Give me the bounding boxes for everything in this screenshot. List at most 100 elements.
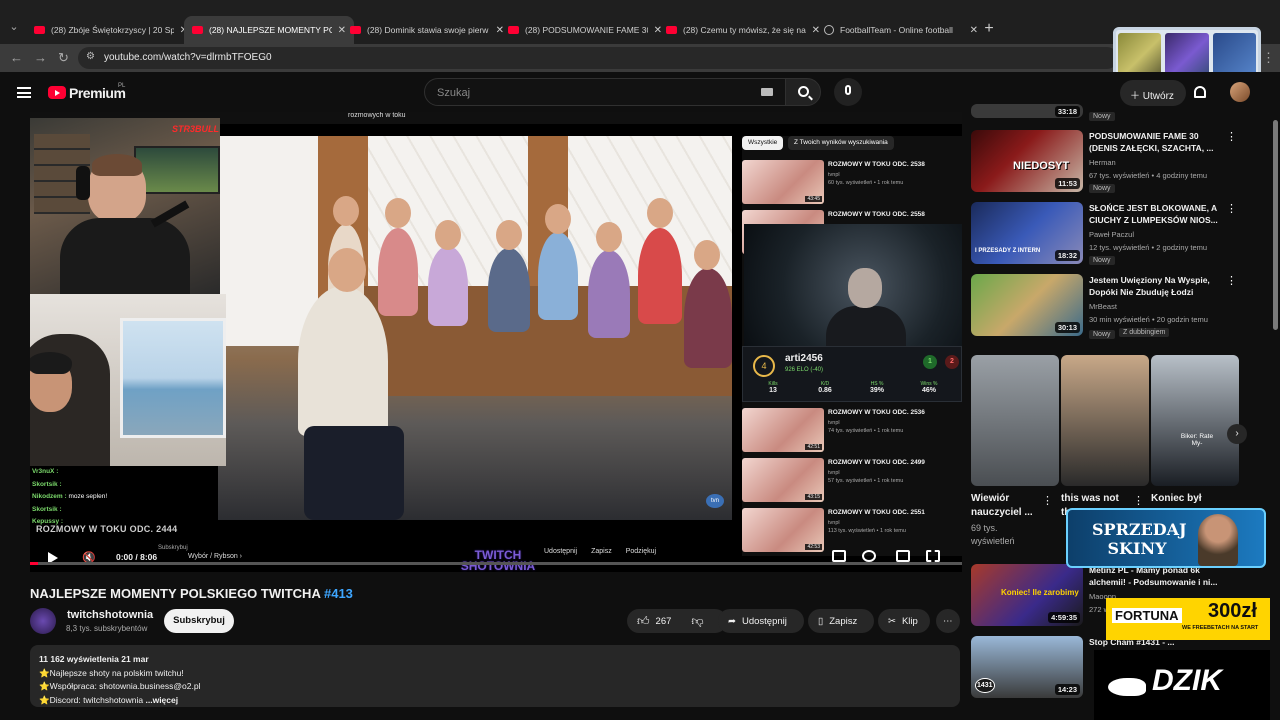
ad-text: SPRZEDAJ SKINY: [1092, 520, 1187, 558]
video-meta: 74 tys. wyświetleń • 1 rok temu: [828, 428, 904, 434]
captions-icon[interactable]: [832, 550, 846, 562]
video-thumbnail: 42:51: [742, 408, 824, 452]
more-vertical-icon[interactable]: ⋮: [1226, 130, 1237, 143]
description-line: ⭐Discord: twitchshotownia: [39, 694, 144, 705]
show-more-link[interactable]: ...więcej: [146, 695, 179, 705]
settings-gear-icon[interactable]: [862, 550, 876, 562]
short-title[interactable]: Koniec był: [1151, 492, 1227, 506]
channel-name[interactable]: Herman: [1089, 158, 1116, 167]
site-settings-icon[interactable]: ⚙: [86, 51, 95, 62]
video-title: PODSUMOWANIE FAME 30 (DENIS ZAŁĘCKI, SZA…: [1089, 131, 1214, 153]
video-meta: 60 tys. wyświetleń • 1 rok temu: [828, 180, 904, 186]
embedded-video-title: ROZMOWY W TOKU ODC. 2444: [36, 524, 178, 534]
browser-tab-active[interactable]: (28) NAJLEPSZE MOMENTY PO ✕: [184, 16, 354, 44]
streamer-webcam-3: [744, 224, 962, 346]
forward-arrow-icon[interactable]: →: [34, 50, 47, 65]
chapter-label[interactable]: Wybór / Rybson ›: [188, 553, 242, 560]
guest-legs: [304, 426, 404, 520]
tab-label: FootballTeam - Online football: [840, 25, 953, 35]
video-meta: 67 tys. wyświetleń • 4 godziny temu: [1089, 171, 1208, 180]
embedded-video-item[interactable]: 43:15 ROZMOWY W TOKU ODC. 2499 tvnpl 57 …: [742, 458, 942, 502]
channel-avatar[interactable]: [30, 608, 56, 634]
description-box[interactable]: 11 162 wyświetlenia 21 mar ⭐Najlepsze sh…: [30, 645, 960, 707]
channel-name: tvnpl: [828, 520, 840, 526]
url-field[interactable]: ⚙ youtube.com/watch?v=dlrmbTFOEG0: [78, 47, 1118, 69]
search-button[interactable]: [785, 78, 821, 106]
browser-tab[interactable]: (28) Czemu ty mówisz, że się na ✕: [658, 18, 828, 42]
browser-menu-icon[interactable]: ⋮: [1262, 50, 1275, 66]
more-vertical-icon[interactable]: ⋮: [1042, 494, 1053, 507]
embedded-video-item[interactable]: 42:51 ROZMOWY W TOKU ODC. 2536 tvnpl 74 …: [742, 408, 942, 452]
video-meta: 113 tys. wyświetleń • 1 rok temu: [828, 528, 906, 534]
chat-user: Nikodzem :: [32, 493, 67, 500]
hashtag-link[interactable]: #413: [324, 586, 353, 601]
tab-search-chevron-down-icon[interactable]: ⌄: [4, 20, 24, 38]
chat-message: Skortsik :: [32, 479, 218, 492]
video-title: ROZMOWY W TOKU ODC. 2558: [828, 211, 925, 218]
more-vertical-icon[interactable]: ⋮: [1226, 202, 1237, 215]
like-count[interactable]: 267: [656, 616, 672, 627]
video-thumbnail: 1431 14:23: [971, 636, 1083, 698]
stat-column: Wins % 46%: [909, 381, 949, 394]
short-thumbnail[interactable]: [971, 355, 1059, 486]
close-icon[interactable]: ✕: [970, 25, 978, 36]
audience-person: [378, 228, 418, 316]
level-badge: 4: [753, 355, 775, 377]
save-button[interactable]: ▯ Zapisz: [808, 609, 874, 633]
channel-name[interactable]: twitchshotownia: [67, 609, 153, 621]
channel-name[interactable]: Paweł Paczul: [1089, 230, 1134, 239]
voice-search-button[interactable]: [834, 78, 862, 106]
hamburger-menu-icon[interactable]: [17, 87, 31, 98]
new-tab-button[interactable]: +: [980, 20, 998, 38]
subscribe-button[interactable]: Subskrybuj: [164, 609, 234, 633]
notifications-bell-icon[interactable]: [1194, 86, 1206, 98]
browser-tab[interactable]: (28) Dominik stawia swoje pierw ✕: [342, 18, 512, 42]
sidebar-video-item[interactable]: 30:13 Jestem Uwięziony Na Wyspie, Dopóki…: [971, 274, 1251, 339]
share-button[interactable]: ➦ Udostępnij: [718, 609, 804, 633]
thumbs-up-icon[interactable]: 👍︎: [637, 614, 650, 629]
account-avatar[interactable]: [1230, 82, 1250, 102]
sidebar-video-item[interactable]: 33:18 Nowy: [971, 104, 1251, 124]
browser-tab[interactable]: (28) PODSUMOWANIE FAME 30 ✕: [500, 18, 670, 42]
duration: 14:23: [1054, 684, 1080, 695]
search-input[interactable]: Szukaj: [424, 78, 786, 106]
scissors-icon: ✂: [888, 615, 896, 627]
video-title-text: NAJLEPSZE MOMENTY POLSKIEGO TWITCHA: [30, 586, 321, 601]
page-scrollbar[interactable]: [1273, 120, 1278, 330]
ad-person: [1198, 514, 1238, 566]
keyboard-icon[interactable]: [761, 88, 773, 96]
fullscreen-icon[interactable]: [926, 550, 940, 562]
back-arrow-icon[interactable]: ←: [10, 50, 23, 65]
time-display: 0:00 / 8:06: [116, 552, 158, 562]
sidebar-video-item[interactable]: NIEDOSYT 11:53 PODSUMOWANIE FAME 30 (DEN…: [971, 130, 1251, 193]
clip-button[interactable]: ✂ Klip: [878, 609, 930, 633]
more-vertical-icon[interactable]: ⋮: [1226, 274, 1237, 287]
theater-mode-icon[interactable]: [896, 550, 910, 562]
channel-name[interactable]: MrBeast: [1089, 302, 1117, 311]
chat-user: Skortsik :: [32, 505, 62, 513]
sidebar-video-item[interactable]: I PRZESADY Z INTERN 18:32 SŁOŃCE JEST BL…: [971, 202, 1251, 265]
chip-all[interactable]: Wszystkie: [742, 136, 784, 150]
short-thumbnail[interactable]: Biker: Rate My-: [1151, 355, 1239, 486]
reload-icon[interactable]: ↻: [58, 50, 69, 66]
youtube-premium-logo[interactable]: Premium: [69, 85, 126, 101]
create-button[interactable]: ＋ Utwórz: [1120, 80, 1186, 106]
more-vertical-icon[interactable]: ⋮: [1133, 494, 1144, 507]
thumbs-down-icon[interactable]: 👎︎: [691, 614, 703, 629]
description-line: ⭐Najlepsze shoty na polskim twitchu!: [39, 667, 184, 678]
more-actions-button[interactable]: ⋯: [936, 609, 960, 633]
video-player[interactable]: rozmowych w toku tvn STR3BULL Vr3nuX: S…: [30, 112, 962, 572]
region-code: PL: [118, 83, 126, 89]
youtube-logo-icon[interactable]: [48, 86, 66, 99]
audience-person: [488, 248, 530, 332]
short-title[interactable]: Wiewiór nauczyciel ...: [971, 492, 1047, 520]
url-text: youtube.com/watch?v=dlrmbTFOEG0: [104, 52, 272, 63]
embedded-video-item[interactable]: 43:45 ROZMOWY W TOKU ODC. 2538 tvnpl 60 …: [742, 160, 942, 204]
progress-bar[interactable]: [30, 562, 962, 565]
audience-head: [694, 240, 720, 270]
chevron-right-icon[interactable]: ›: [1227, 424, 1247, 444]
browser-tab[interactable]: (28) Zbóje Świętokrzyscy | 20 Sp✕: [26, 18, 196, 42]
chip-from-search[interactable]: Z Twoich wyników wyszukiwania: [788, 136, 894, 150]
browser-tab[interactable]: FootballTeam - Online football ✕: [816, 18, 986, 42]
short-thumbnail[interactable]: [1061, 355, 1149, 486]
